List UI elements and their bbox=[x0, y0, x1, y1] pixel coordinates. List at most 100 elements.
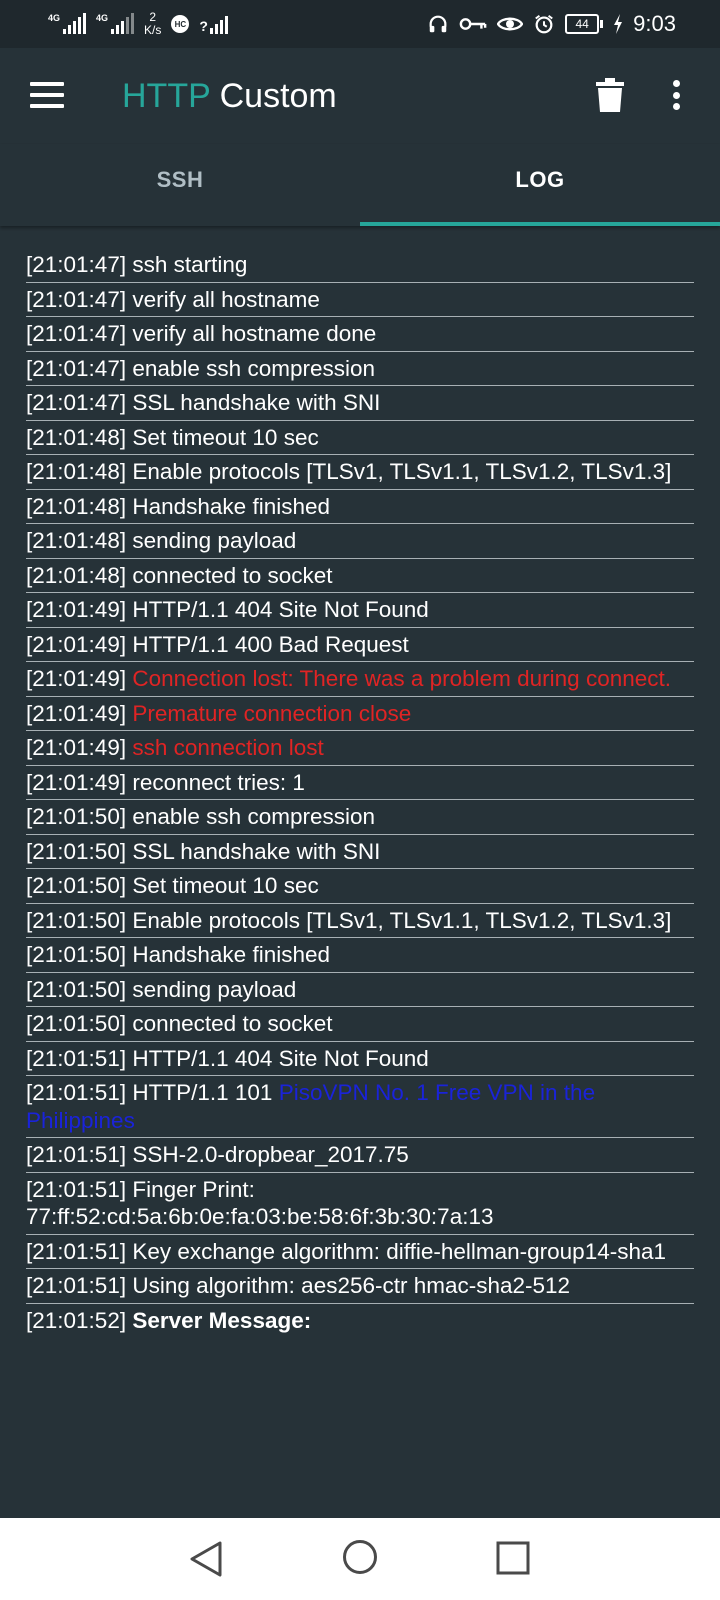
log-message: Set timeout 10 sec bbox=[132, 424, 319, 450]
log-timestamp: [21:01:51] bbox=[26, 1273, 127, 1298]
more-vert-icon bbox=[672, 80, 680, 110]
log-entry: [21:01:48] connected to socket bbox=[26, 559, 694, 593]
recents-button[interactable] bbox=[496, 1541, 530, 1580]
log-message: enable ssh compression bbox=[132, 355, 375, 381]
log-message: Handshake finished bbox=[132, 493, 330, 519]
log-timestamp: [21:01:48] bbox=[26, 459, 127, 484]
log-entry: [21:01:47] enable ssh compression bbox=[26, 352, 694, 386]
log-entry: [21:01:50] Handshake finished bbox=[26, 938, 694, 973]
log-entry: [21:01:47] ssh starting bbox=[26, 248, 694, 283]
sim1-signal-icon: 4G bbox=[48, 13, 87, 34]
log-entry: [21:01:50] connected to socket bbox=[26, 1007, 694, 1042]
log-timestamp: [21:01:49] bbox=[26, 700, 127, 726]
log-timestamp: [21:01:48] bbox=[26, 493, 127, 519]
menu-icon bbox=[30, 82, 64, 108]
clear-log-button[interactable] bbox=[596, 78, 624, 112]
log-entry: [21:01:52] Server Message: bbox=[26, 1304, 694, 1338]
log-timestamp: [21:01:50] bbox=[26, 942, 127, 967]
log-timestamp: [21:01:51] bbox=[26, 1238, 127, 1264]
battery-level: 44 bbox=[565, 14, 600, 34]
log-entry: [21:01:50] enable ssh compression bbox=[26, 800, 694, 835]
log-message: sending payload bbox=[132, 528, 297, 553]
tab-ssh[interactable]: SSH bbox=[0, 144, 360, 226]
home-icon bbox=[343, 1540, 377, 1574]
eye-icon bbox=[497, 17, 524, 31]
log-entry: [21:01:51] SSH-2.0-dropbear_2017.75 bbox=[26, 1138, 694, 1173]
log-message: SSL handshake with SNI bbox=[132, 390, 381, 415]
back-button[interactable] bbox=[189, 1540, 223, 1583]
log-message: enable ssh compression bbox=[132, 804, 375, 829]
log-entry: [21:01:51] HTTP/1.1 404 Site Not Found bbox=[26, 1042, 694, 1076]
log-entry: [21:01:51] Using algorithm: aes256-ctr h… bbox=[26, 1269, 694, 1304]
log-timestamp: [21:01:48] bbox=[26, 528, 127, 553]
log-message: HTTP/1.1 400 Bad Request bbox=[132, 631, 409, 657]
log-timestamp: [21:01:50] bbox=[26, 873, 127, 898]
log-timestamp: [21:01:50] bbox=[26, 976, 127, 1002]
log-timestamp: [21:01:50] bbox=[26, 838, 127, 864]
log-entry: [21:01:51] HTTP/1.1 101 PisoVPN No. 1 Fr… bbox=[26, 1076, 694, 1138]
log-entry: [21:01:49] HTTP/1.1 400 Bad Request bbox=[26, 628, 694, 662]
log-message: HTTP/1.1 404 Site Not Found bbox=[132, 597, 429, 622]
status-left: 4G 4G 2 K/s HC ? bbox=[48, 11, 228, 37]
log-timestamp: [21:01:49] bbox=[26, 666, 127, 691]
log-message: SSL handshake with SNI bbox=[132, 838, 381, 864]
battery-icon: 44 bbox=[565, 14, 604, 34]
log-message: HTTP/1.1 404 Site Not Found bbox=[132, 1045, 429, 1071]
speed-unit: K/s bbox=[144, 23, 162, 37]
log-message: connected to socket bbox=[132, 562, 333, 588]
key-icon bbox=[459, 18, 487, 30]
overflow-menu-button[interactable] bbox=[672, 80, 680, 110]
log-entry: [21:01:48] sending payload bbox=[26, 524, 694, 559]
log-timestamp: [21:01:48] bbox=[26, 424, 127, 450]
alarm-icon bbox=[535, 14, 554, 34]
log-timestamp: [21:01:49] bbox=[26, 735, 127, 760]
app-title-accent: HTTP bbox=[122, 77, 211, 115]
tab-log[interactable]: LOG bbox=[360, 144, 720, 226]
log-message: Handshake finished bbox=[132, 942, 330, 967]
home-button[interactable] bbox=[342, 1539, 378, 1580]
log-message: HTTP/1.1 101 bbox=[132, 1080, 273, 1105]
log-entry: [21:01:48] Set timeout 10 sec bbox=[26, 421, 694, 455]
app-notification-icon: HC bbox=[171, 15, 190, 33]
log-entry: [21:01:51] Finger Print: 77:ff:52:cd:5a:… bbox=[26, 1173, 694, 1235]
headphones-icon bbox=[429, 15, 447, 33]
log-message: ssh starting bbox=[132, 252, 248, 277]
log-message: Using algorithm: aes256-ctr hmac-sha2-51… bbox=[132, 1273, 571, 1298]
log-timestamp: [21:01:48] bbox=[26, 562, 127, 588]
status-right: 44 9:03 bbox=[427, 11, 676, 37]
log-message: reconnect tries: 1 bbox=[132, 769, 305, 795]
log-timestamp: [21:01:47] bbox=[26, 252, 127, 277]
log-timestamp: [21:01:47] bbox=[26, 321, 127, 346]
log-timestamp: [21:01:51] bbox=[26, 1176, 127, 1202]
log-entry: [21:01:49] reconnect tries: 1 bbox=[26, 766, 694, 800]
log-timestamp: [21:01:49] bbox=[26, 769, 127, 795]
log-error-message: Connection lost: There was a problem dur… bbox=[132, 666, 671, 691]
log-timestamp: [21:01:47] bbox=[26, 355, 127, 381]
log-message: SSH-2.0-dropbear_2017.75 bbox=[132, 1142, 409, 1167]
log-list[interactable]: [21:01:47] ssh starting [21:01:47] verify… bbox=[26, 248, 694, 1337]
back-icon bbox=[190, 1541, 222, 1577]
menu-button[interactable] bbox=[30, 82, 64, 108]
tab-label: LOG bbox=[515, 167, 565, 192]
recents-icon bbox=[496, 1541, 530, 1575]
status-bar: 4G 4G 2 K/s HC ? 44 9:03 bbox=[0, 0, 720, 48]
wifi-signal-icon: ? bbox=[199, 14, 228, 34]
clock: 9:03 bbox=[633, 11, 676, 36]
log-message: sending payload bbox=[132, 976, 297, 1002]
app-title-rest: Custom bbox=[210, 77, 337, 115]
log-timestamp: [21:01:50] bbox=[26, 804, 127, 829]
log-server-message-label: Server Message: bbox=[132, 1307, 312, 1333]
log-entry: [21:01:47] SSL handshake with SNI bbox=[26, 386, 694, 421]
log-message: Key exchange algorithm: diffie-hellman-g… bbox=[132, 1238, 667, 1264]
charging-icon bbox=[614, 14, 623, 34]
log-entry: [21:01:50] Enable protocols [TLSv1, TLSv… bbox=[26, 904, 694, 938]
log-error-message: ssh connection lost bbox=[132, 735, 324, 760]
log-entry: [21:01:49] ssh connection lost bbox=[26, 731, 694, 766]
log-timestamp: [21:01:50] bbox=[26, 907, 127, 933]
log-message: verify all hostname done bbox=[132, 321, 377, 346]
log-timestamp: [21:01:47] bbox=[26, 286, 127, 312]
navigation-bar bbox=[0, 1518, 720, 1600]
log-timestamp: [21:01:49] bbox=[26, 597, 127, 622]
log-timestamp: [21:01:47] bbox=[26, 390, 127, 415]
log-message: Enable protocols [TLSv1, TLSv1.1, TLSv1.… bbox=[132, 459, 672, 484]
